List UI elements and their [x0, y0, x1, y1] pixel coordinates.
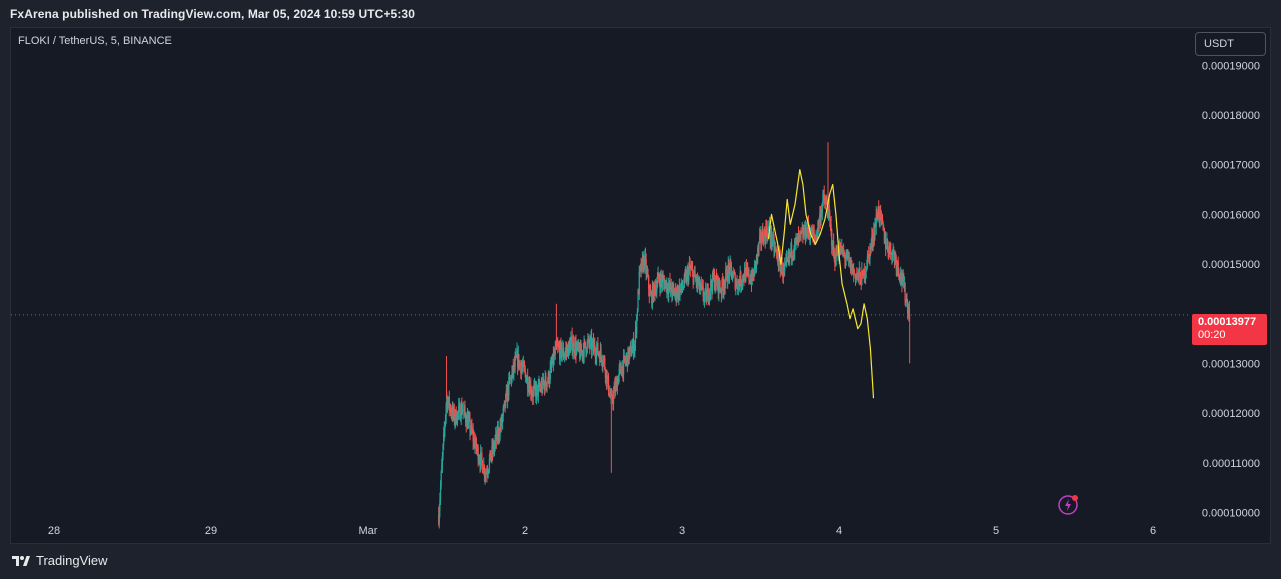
candle-body [748, 270, 750, 281]
candle-body [890, 242, 892, 254]
candle-body [524, 368, 526, 374]
y-tick-label: 0.00013000 [1202, 358, 1260, 370]
candle-body [784, 265, 786, 271]
candle-body [607, 375, 610, 394]
y-tick-label: 0.00015000 [1202, 259, 1260, 271]
brand-name: TradingView [36, 553, 108, 568]
y-tick-label: 0.00018000 [1202, 110, 1260, 122]
x-tick-label: 28 [48, 525, 60, 537]
candle-body [549, 367, 551, 380]
last-price-label: 0.00013977 00:20 [1192, 314, 1267, 345]
candle-body [600, 349, 602, 357]
candle-body [730, 264, 733, 271]
y-tick-label: 0.00017000 [1202, 160, 1260, 172]
currency-button[interactable]: USDT [1195, 32, 1266, 56]
candle-body [831, 229, 833, 247]
y-tick-label: 0.00012000 [1202, 408, 1260, 420]
x-tick-label: 2 [522, 525, 528, 537]
candle-body [637, 291, 639, 312]
candle-body [505, 394, 507, 407]
candle-body [813, 232, 815, 237]
symbol-title[interactable]: FLOKI / TetherUS, 5, BINANCE [18, 35, 172, 47]
lightning-icon[interactable] [1057, 493, 1081, 517]
y-tick-label: 0.00011000 [1203, 458, 1260, 470]
candle-body [572, 348, 574, 352]
candle-body [554, 347, 556, 355]
candle-body [440, 472, 442, 487]
candle-body [898, 269, 900, 277]
candle-body [904, 282, 906, 302]
chart-canvas[interactable]: 0.00019000 0.00018000 0.00017000 0.00016000… [0, 0, 1281, 579]
y-tick-label: 0.00016000 [1202, 209, 1260, 221]
y-tick-label: 0.00010000 [1202, 508, 1260, 520]
x-tick-label: 29 [205, 525, 217, 537]
moving-average [767, 169, 875, 399]
x-tick-label: 4 [836, 525, 842, 537]
candle-body [736, 280, 738, 289]
candle-body [656, 277, 659, 286]
y-axis: 0.00019000 0.00018000 0.00017000 0.00016000… [1202, 60, 1260, 519]
footer-brand[interactable]: TradingView [10, 553, 108, 568]
last-price-value: 0.00013977 [1198, 316, 1257, 328]
x-axis: 28 29 Mar 2 3 4 5 6 [48, 525, 1156, 537]
candle-body [631, 353, 633, 356]
x-tick-label: Mar [359, 525, 378, 537]
x-tick-label: 6 [1150, 525, 1156, 537]
candle-body [612, 392, 615, 404]
x-tick-label: 3 [679, 525, 685, 537]
bar-countdown: 00:20 [1198, 329, 1226, 341]
candle-body [597, 343, 599, 354]
y-tick-label: 0.00019000 [1202, 60, 1260, 72]
tradingview-logo-icon [12, 555, 30, 566]
candle-body [706, 291, 708, 302]
x-tick-label: 5 [993, 525, 999, 537]
candles [438, 142, 911, 529]
ma-line [767, 169, 875, 399]
candle-body [620, 365, 622, 373]
candle-body [545, 376, 547, 385]
candle-body [481, 461, 484, 473]
candle-body [584, 341, 586, 348]
